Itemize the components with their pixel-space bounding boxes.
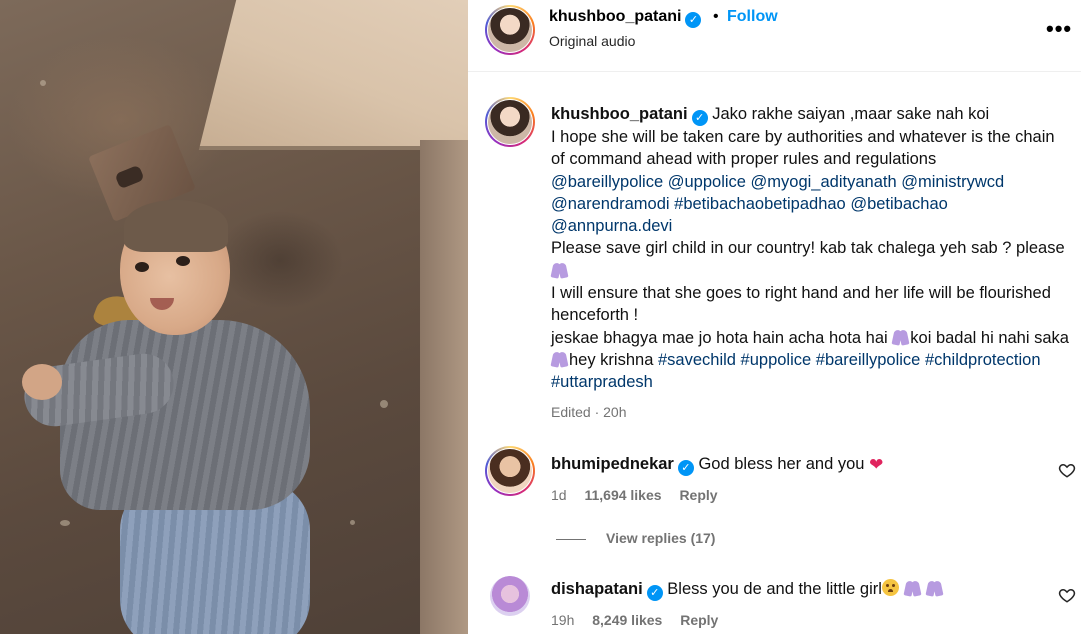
commenter-avatar[interactable] bbox=[490, 576, 530, 616]
mention-link[interactable]: @narendramodi bbox=[551, 195, 670, 213]
more-options-icon[interactable]: ••• bbox=[1046, 16, 1072, 42]
verified-badge-icon: ✓ bbox=[677, 460, 694, 476]
like-comment-heart-icon[interactable] bbox=[1058, 461, 1076, 479]
caption-line: Please save girl child in our country! k… bbox=[551, 239, 1065, 258]
mention-link[interactable]: @ministrywcd bbox=[901, 173, 1004, 191]
dirt-speck bbox=[350, 520, 355, 525]
verified-badge-icon: ✓ bbox=[685, 12, 702, 28]
comment-meta: 19h 8,249 likes Reply bbox=[551, 612, 732, 628]
post-media-image[interactable] bbox=[0, 0, 468, 634]
caption-line: koi badal hi nahi saka bbox=[910, 328, 1069, 347]
separator-dot: • bbox=[713, 8, 719, 25]
comment-likes[interactable]: 11,694 likes bbox=[584, 487, 661, 503]
caption-line: hey krishna bbox=[569, 350, 654, 369]
mention-link[interactable]: @uppolice bbox=[668, 173, 746, 191]
caption-line: I hope she will be taken care by authori… bbox=[551, 128, 1055, 169]
mention-link[interactable]: @bareillypolice bbox=[551, 173, 663, 191]
comment-body: God bless her and you bbox=[698, 455, 865, 473]
folded-hands-icon bbox=[892, 328, 910, 346]
mention-link[interactable]: @myogi_adityanath bbox=[751, 173, 897, 191]
verified-badge-icon: ✓ bbox=[691, 110, 708, 126]
comment-username[interactable]: dishapatani bbox=[551, 580, 643, 598]
hashtag-link[interactable]: #uppolice bbox=[741, 351, 812, 369]
post-caption: khushboo_patani ✓ Jako rakhe saiyan ,maar… bbox=[551, 103, 1071, 394]
caption-username[interactable]: khushboo_patani bbox=[551, 105, 688, 123]
child-eye bbox=[176, 256, 190, 266]
audio-label[interactable]: Original audio bbox=[549, 33, 635, 49]
red-heart-icon: ❤ bbox=[869, 455, 884, 474]
child-hand bbox=[22, 364, 62, 400]
comment-likes[interactable]: 8,249 likes bbox=[592, 612, 662, 628]
folded-hands-icon bbox=[551, 261, 569, 279]
dirt-speck bbox=[40, 80, 46, 86]
comment-meta: 1d 11,694 likes Reply bbox=[551, 487, 732, 503]
comment-time: 19h bbox=[551, 612, 575, 628]
comment-text: bhumipednekar ✓ God bless her and you ❤ bbox=[551, 453, 883, 476]
post-detail-panel: khushboo_patani ✓ • Follow Original audio… bbox=[468, 0, 1081, 634]
caption-author-avatar[interactable] bbox=[485, 97, 535, 147]
pleading-face-icon bbox=[881, 579, 899, 596]
folded-hands-icon bbox=[926, 579, 944, 597]
caption-line: I will ensure that she goes to right han… bbox=[551, 284, 1051, 325]
mention-link[interactable]: @annpurna.devi bbox=[551, 217, 672, 235]
view-replies-button[interactable]: View replies (17) bbox=[556, 530, 715, 546]
dirt-speck bbox=[60, 520, 70, 526]
replies-divider-line bbox=[556, 538, 586, 540]
follow-button[interactable]: Follow bbox=[727, 8, 778, 26]
like-comment-heart-icon[interactable] bbox=[1058, 586, 1076, 604]
caption-line: jeskae bhagya mae jo hota hain acha hota… bbox=[551, 328, 888, 347]
folded-hands-icon bbox=[551, 350, 569, 368]
caption-timestamp: Edited · 20h bbox=[551, 404, 627, 420]
hashtag-link[interactable]: #savechild bbox=[658, 351, 736, 369]
reply-button[interactable]: Reply bbox=[679, 487, 717, 503]
child-eye bbox=[135, 262, 149, 272]
commenter-avatar[interactable] bbox=[485, 446, 535, 496]
reply-button[interactable]: Reply bbox=[680, 612, 718, 628]
hashtag-link[interactable]: #bareillypolice bbox=[816, 351, 921, 369]
folded-hands-icon bbox=[904, 579, 922, 597]
wall-shape bbox=[198, 0, 468, 150]
comment-time: 1d bbox=[551, 487, 567, 503]
author-username[interactable]: khushboo_patani ✓ bbox=[549, 8, 702, 28]
comment-body: Bless you de and the little girl bbox=[667, 580, 882, 598]
author-avatar[interactable] bbox=[485, 5, 535, 55]
comment-username[interactable]: bhumipednekar bbox=[551, 455, 674, 473]
post-header: khushboo_patani ✓ • Follow Original audio… bbox=[468, 0, 1081, 72]
verified-badge-icon: ✓ bbox=[646, 585, 663, 601]
child-hair bbox=[124, 200, 228, 252]
hashtag-link[interactable]: #uttarpradesh bbox=[551, 373, 653, 391]
comment-text: dishapatani ✓ Bless you de and the little… bbox=[551, 578, 944, 601]
hashtag-link[interactable]: #betibachaobetipadhao bbox=[674, 195, 846, 213]
hashtag-link[interactable]: #childprotection bbox=[925, 351, 1041, 369]
dirt-speck bbox=[380, 400, 388, 408]
mention-link[interactable]: @betibachao bbox=[850, 195, 948, 213]
wall-shadow bbox=[420, 140, 468, 634]
caption-line: Jako rakhe saiyan ,maar sake nah koi bbox=[712, 105, 990, 123]
